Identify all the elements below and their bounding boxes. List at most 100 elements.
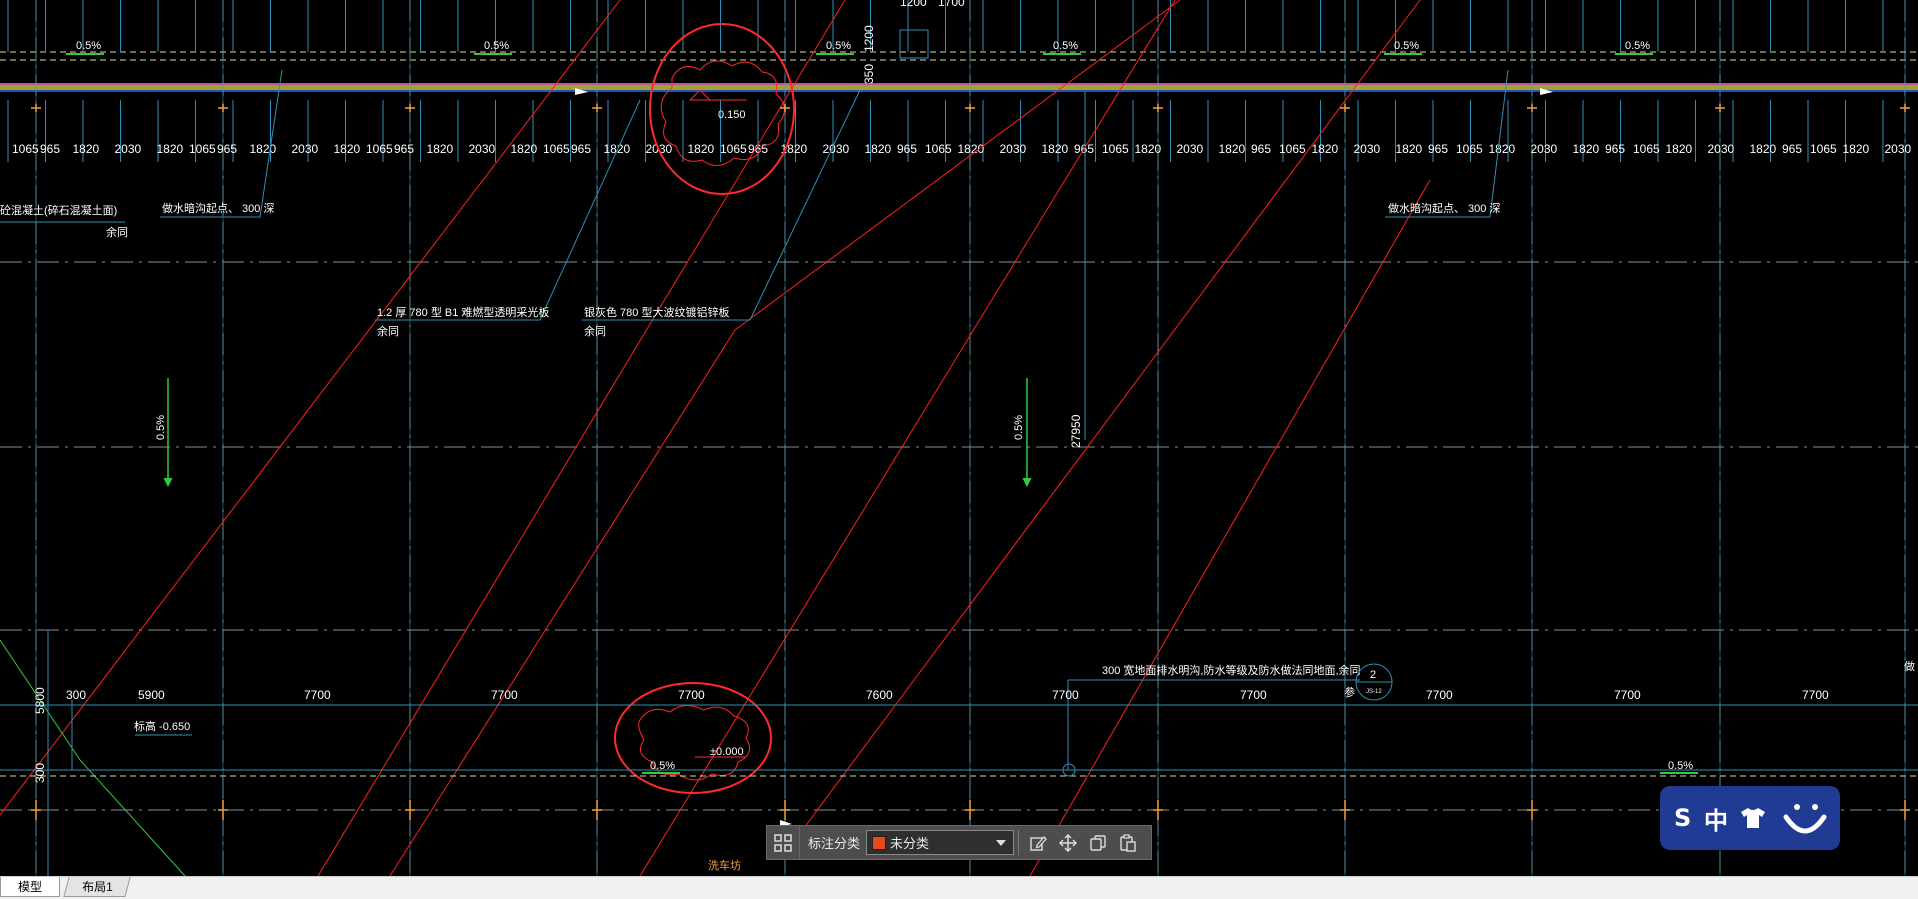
skin-shirt-icon[interactable] <box>1740 798 1776 838</box>
top-dim-label: 1065 <box>1810 142 1837 156</box>
slope-label-top: 0.5% <box>76 40 101 52</box>
slope-label-top: 0.5% <box>1625 40 1650 52</box>
slope-left-vertical: 0.5% <box>155 415 167 440</box>
top-dim-label: 965 <box>217 142 237 156</box>
bottom-dim-label: 7700 <box>304 688 331 702</box>
top-dim-label: 1065 <box>1633 142 1660 156</box>
top-dim-label: 1065 <box>366 142 393 156</box>
tab-layout1[interactable]: 布局1 <box>63 877 131 897</box>
red-diagonal-lines <box>0 0 1431 877</box>
elev-top: 0.150 <box>718 109 746 121</box>
bottom-dim-label: 300 <box>66 688 86 702</box>
edit-button[interactable] <box>1023 826 1053 859</box>
top-dim-label: 2030 <box>1354 142 1381 156</box>
top-dim-label: 1820 <box>334 142 361 156</box>
vert-dim-350: 350 <box>862 64 876 84</box>
note-steel-sub: 余同 <box>584 324 606 338</box>
slope-label-bottom: 0.5% <box>1668 760 1693 772</box>
bottom-dimension-row: 300 5900 7700 7700 7700 7600 7700 7700 7700 7700 7… <box>66 688 1829 702</box>
top-dim-label: 1065 <box>925 142 952 156</box>
svg-text:1700: 1700 <box>938 0 965 9</box>
copy-icon <box>1090 834 1106 851</box>
top-dim-label: 1820 <box>511 142 538 156</box>
top-dim-label: 1820 <box>1135 142 1162 156</box>
callout-sub: JS-12 <box>1366 689 1382 695</box>
bottom-orange-label: 洗车坊 <box>708 858 741 872</box>
bottom-dim-label: 7700 <box>1802 688 1829 702</box>
category-label: 标注分类 <box>808 836 861 851</box>
axis-grid <box>0 0 1918 876</box>
slope-mid-vertical: 0.5% <box>1013 415 1025 440</box>
dim-300-vert: 300 <box>33 763 47 783</box>
top-dim-label: 1820 <box>1666 142 1693 156</box>
bottom-dim-label: 7700 <box>1614 688 1641 702</box>
note-elev-neg: 标高 -0.650 <box>134 719 190 733</box>
move-button[interactable] <box>1053 826 1083 859</box>
top-dim-label: 2030 <box>1708 142 1735 156</box>
note-pc-panel: 1.2 厚 780 型 B1 难燃型透明采光板 <box>377 305 549 319</box>
paste-icon <box>1120 833 1136 852</box>
top-dim-label: 1065 <box>1456 142 1483 156</box>
top-dim-label: 1820 <box>427 142 454 156</box>
top-dim-label: 1820 <box>865 142 892 156</box>
green-lines <box>0 639 186 877</box>
top-dim-label: 1820 <box>157 142 184 156</box>
top-dim-label: 1820 <box>781 142 808 156</box>
top-dim-label: 965 <box>897 142 917 156</box>
bottom-dim-label: 7700 <box>1426 688 1453 702</box>
grid-apps-icon[interactable] <box>767 826 800 859</box>
top-dim-label: 1820 <box>958 142 985 156</box>
paste-button[interactable] <box>1113 826 1143 859</box>
note-drain-left: 做水暗沟起点、 300 深 <box>162 201 274 215</box>
toolbar-separator <box>1018 830 1020 855</box>
top-dim-label: 2030 <box>823 142 850 156</box>
bottom-dim-label: 7700 <box>491 688 518 702</box>
cad-drawing-canvas[interactable]: 1065 965 1820 2030 1820 1065 965 1820 2030 1820 10… <box>0 0 1918 898</box>
layout-tab-bar: 模型 布局1 <box>0 876 1918 899</box>
slope-label-bottom: 0.5% <box>650 760 675 772</box>
ime-toolbar[interactable]: S 中 <box>1660 786 1840 850</box>
top-dim-label: 965 <box>571 142 591 156</box>
top-dim-label: 1820 <box>1042 142 1069 156</box>
top-dim-label: 1065 <box>720 142 747 156</box>
top-dim-label: 965 <box>1782 142 1802 156</box>
top-dim-label: 1820 <box>688 142 715 156</box>
slope-label-top: 0.5% <box>484 40 509 52</box>
copy-button[interactable] <box>1083 826 1113 859</box>
roof-edge-band <box>0 51 1918 92</box>
top-dim-label: 2030 <box>115 142 142 156</box>
top-dim-label: 2030 <box>1177 142 1204 156</box>
band-arrows <box>575 88 1553 827</box>
svg-text:1200: 1200 <box>900 0 927 9</box>
leader-lines <box>0 69 1918 876</box>
top-dim-label: 1820 <box>1573 142 1600 156</box>
note-left-cut-sub: 余同 <box>106 225 128 239</box>
edit-icon <box>1030 835 1047 851</box>
top-dim-label: 1065 <box>189 142 216 156</box>
bottom-dim-label: 7600 <box>866 688 893 702</box>
category-value: 未分类 <box>890 836 930 851</box>
top-dim-label: 1820 <box>1396 142 1423 156</box>
bottom-dim-label: 7700 <box>1240 688 1267 702</box>
note-trench: 300 宽地面排水明沟,防水等级及防水做法同地面,余同 <box>1102 663 1361 677</box>
top-dim-label: 2030 <box>1885 142 1912 156</box>
top-dim-label: 1820 <box>1489 142 1516 156</box>
top-dim-label: 965 <box>1428 142 1448 156</box>
top-dim-label: 1065 <box>543 142 570 156</box>
top-dim-label: 2030 <box>1531 142 1558 156</box>
top-dimension-row: 1065 965 1820 2030 1820 1065 965 1820 2030 1820 10… <box>12 142 1912 156</box>
ime-mode-toggle[interactable]: 中 <box>1704 801 1740 836</box>
annotation-toolbar: 标注分类 未分类 <box>766 825 1152 860</box>
tab-model[interactable]: 模型 <box>0 877 60 897</box>
cyan-member-lines <box>7 0 1906 876</box>
top-dim-label: 1820 <box>1843 142 1870 156</box>
bottom-dim-label: 7700 <box>678 688 705 702</box>
ime-s-logo[interactable]: S <box>1674 804 1704 832</box>
right-cut-label: 做 <box>1904 659 1915 673</box>
top-dim-label: 2030 <box>292 142 319 156</box>
category-select[interactable]: 未分类 <box>866 830 1015 855</box>
bottom-slope-markers: 0.5% 0.5% <box>642 760 1698 774</box>
callout-ref: 参 <box>1344 685 1355 699</box>
note-pc-sub: 余同 <box>377 324 399 338</box>
smile-icon[interactable] <box>1776 789 1834 847</box>
